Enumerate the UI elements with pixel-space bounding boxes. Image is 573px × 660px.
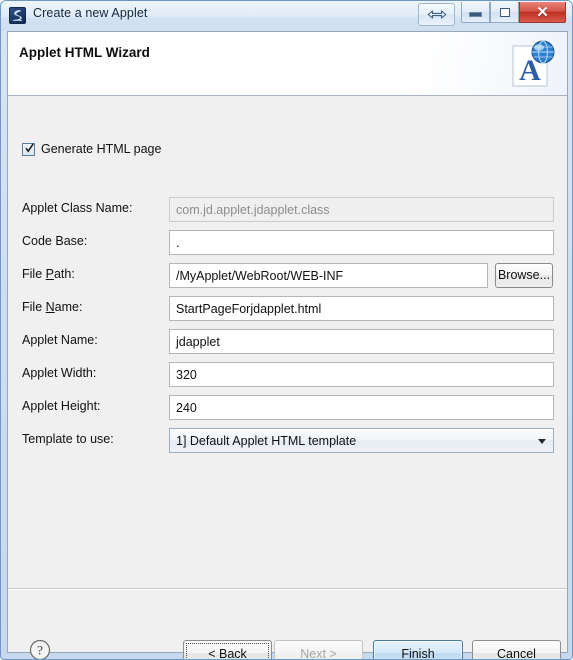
browse-button[interactable]: Browse... <box>495 263 553 288</box>
button-bar: ? < Back Next > Finish Cancel <box>8 590 567 659</box>
label-applet-class-name: Applet Class Name: <box>22 201 133 215</box>
field-row-template: Template to use: 1] Default Applet HTML … <box>8 428 567 453</box>
generate-html-checkbox[interactable] <box>22 142 35 156</box>
label-file-path: File Path: <box>22 267 75 281</box>
field-row-applet-width: Applet Width: 320 <box>8 362 567 387</box>
applet-class-name-input: com.jd.applet.jdapplet.class <box>169 197 554 222</box>
applet-app-icon <box>9 7 26 24</box>
label-file-name: File Name: <box>22 300 83 314</box>
dialog-client-area: Applet HTML Wizard A Generate HTML page … <box>7 31 568 659</box>
applet-height-input[interactable]: 240 <box>169 395 554 420</box>
resize-arrows-glyph <box>419 4 454 25</box>
code-base-input[interactable]: . <box>169 230 554 255</box>
template-select[interactable]: 1] Default Applet HTML template <box>169 428 554 453</box>
label-template-to-use: Template to use: <box>22 432 114 446</box>
template-select-value: 1] Default Applet HTML template <box>176 434 357 448</box>
label-code-base: Code Base: <box>22 234 88 248</box>
field-row-file-path: File Path: /MyApplet/WebRoot/WEB-INF Bro… <box>8 263 567 288</box>
finish-button-label: Finish <box>401 646 435 660</box>
applet-html-page-globe-icon: A <box>507 38 559 90</box>
next-button: Next > <box>274 640 363 660</box>
close-glyph: ✕ <box>536 3 549 21</box>
file-name-input[interactable]: StartPageForjdapplet.html <box>169 296 554 321</box>
focus-indicator <box>186 643 269 659</box>
close-icon[interactable]: ✕ <box>519 2 566 23</box>
resize-arrows-icon[interactable] <box>418 3 455 26</box>
cancel-button[interactable]: Cancel <box>472 640 561 660</box>
cancel-button-label: Cancel <box>497 646 536 660</box>
field-row-applet-name: Applet Name: jdapplet <box>8 329 567 354</box>
next-button-label: Next > <box>300 646 337 660</box>
generate-html-checkbox-label: Generate HTML page <box>41 142 162 156</box>
maximize-glyph <box>491 2 518 22</box>
applet-width-input[interactable]: 320 <box>169 362 554 387</box>
applet-name-input[interactable]: jdapplet <box>169 329 554 354</box>
minimize-icon[interactable] <box>461 2 490 23</box>
generate-html-checkbox-row[interactable]: Generate HTML page <box>22 142 161 156</box>
back-button[interactable]: < Back <box>183 640 272 659</box>
label-applet-width: Applet Width: <box>22 366 97 380</box>
field-row-applet-height: Applet Height: 240 <box>8 395 567 420</box>
field-row-file-name: File Name: StartPageForjdapplet.html <box>8 296 567 321</box>
svg-text:?: ? <box>37 643 43 658</box>
label-applet-name: Applet Name: <box>22 333 98 347</box>
page-title: Applet HTML Wizard <box>19 45 150 60</box>
check-icon <box>25 142 34 153</box>
form-area: Generate HTML page Applet Class Name: co… <box>8 97 567 588</box>
chevron-down-icon <box>538 439 546 444</box>
title-bar[interactable]: Create a new Applet ✕ <box>1 1 572 31</box>
minimize-glyph <box>462 2 489 22</box>
field-row-applet-class-name: Applet Class Name: com.jd.applet.jdapple… <box>8 197 567 222</box>
dialog-window: Create a new Applet ✕ Applet HTML Wizard <box>0 0 573 660</box>
window-title: Create a new Applet <box>33 6 148 20</box>
field-row-code-base: Code Base: . <box>8 230 567 255</box>
finish-button[interactable]: Finish <box>373 640 463 660</box>
wizard-header: Applet HTML Wizard A <box>8 32 567 96</box>
label-applet-height: Applet Height: <box>22 399 101 413</box>
maximize-icon[interactable] <box>490 2 519 23</box>
help-icon[interactable]: ? <box>28 638 52 659</box>
file-path-input[interactable]: /MyApplet/WebRoot/WEB-INF <box>169 263 488 288</box>
